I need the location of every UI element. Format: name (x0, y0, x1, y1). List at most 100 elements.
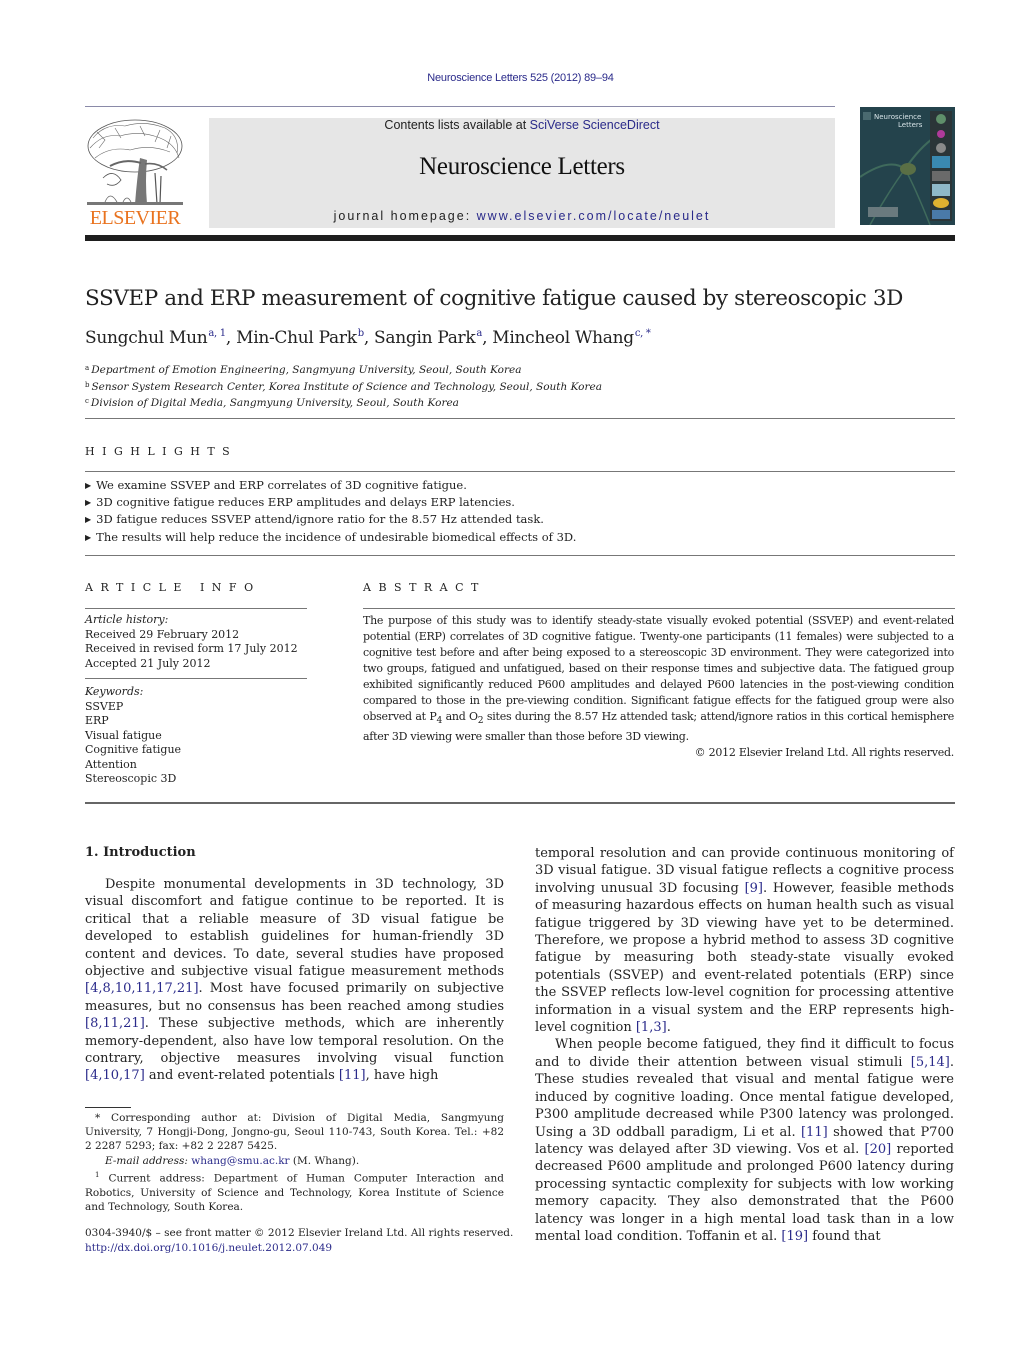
abstract-text: The purpose of this study was to identif… (363, 614, 954, 723)
citation-link[interactable]: [11] (339, 1068, 366, 1083)
keyword-item: ERP (85, 714, 109, 727)
affiliation-mark: a (85, 364, 90, 372)
citation-link[interactable]: [11] (801, 1125, 828, 1140)
footnote-current-address: 1 Current address: Department of Human C… (85, 1168, 504, 1214)
body-text: Despite monumental developments in 3D te… (85, 877, 504, 980)
copyright-block: 0304-3940/$ – see front matter © 2012 El… (85, 1226, 513, 1256)
section-rule (85, 418, 955, 419)
article-title: SSVEP and ERP measurement of cognitive f… (85, 286, 903, 311)
keyword-item: Stereoscopic 3D (85, 772, 177, 785)
abstract-text: and O (442, 710, 478, 723)
body-column-right: temporal resolution and can provide cont… (535, 845, 954, 1245)
citation-link[interactable]: [8,11,21] (85, 1016, 145, 1031)
cover-title-2: Letters (898, 121, 923, 129)
author-name[interactable]: Sungchul Mun (85, 328, 208, 348)
author-affil-mark[interactable]: a, 1 (208, 328, 226, 339)
footnote-corresponding: * Corresponding author at: Division of D… (85, 1112, 504, 1153)
affiliations: a Department of Emotion Engineering, Sang… (85, 361, 602, 411)
citation-link[interactable]: [4,8,10,11,17,21] (85, 981, 199, 996)
body-text: When people become fatigued, they find i… (535, 1037, 954, 1070)
affiliation-mark: b (85, 380, 90, 389)
author-list: Sungchul Muna, 1, Min-Chul Parkb, Sangin… (85, 328, 651, 348)
abstract-rule (363, 608, 955, 609)
header-rule (85, 106, 835, 107)
citation-link[interactable]: [4,10,17] (85, 1068, 145, 1083)
email-link[interactable]: whang@smu.ac.kr (191, 1155, 289, 1167)
citation-link[interactable]: [19] (781, 1229, 808, 1244)
article-info: Article history: Received 29 February 20… (85, 613, 307, 787)
email-label: E-mail address: (105, 1154, 192, 1167)
affiliation-item: c Division of Digital Media, Sangmyung Un… (85, 394, 602, 411)
sciencedirect-link[interactable]: SciVerse ScienceDirect (530, 118, 660, 132)
current-address-text: Current address: Department of Human Com… (85, 1172, 504, 1213)
section-rule (85, 555, 955, 556)
body-text: . However, feasible methods of measuring… (535, 880, 954, 1036)
elsevier-logo[interactable]: ELSEVIER (85, 118, 185, 230)
elsevier-wordmark: ELSEVIER (89, 207, 181, 229)
keyword-item: Visual fatigue (85, 728, 162, 742)
cover-title-1: Neuroscience (874, 113, 921, 121)
body-paragraph: Despite monumental developments in 3D te… (85, 876, 504, 1085)
citation-link[interactable]: [5,14] (911, 1055, 950, 1070)
keyword-item: SSVEP (85, 699, 124, 713)
keywords-rule (85, 671, 307, 679)
author-separator: , (482, 328, 493, 348)
body-text: , have high (365, 1068, 439, 1084)
body-text: . (666, 1020, 671, 1036)
history-item: Accepted 21 July 2012 (85, 656, 211, 670)
homepage-link[interactable]: www.elsevier.com/locate/neulet (477, 209, 711, 223)
affiliation-mark: c (85, 397, 89, 405)
issn-line: 0304-3940/$ – see front matter © 2012 El… (85, 1227, 514, 1239)
history-item: Received in revised form 17 July 2012 (85, 642, 298, 655)
body-paragraph: temporal resolution and can provide cont… (535, 845, 954, 1036)
citation-link[interactable]: [20] (865, 1142, 892, 1157)
cover-art-icon: Neuroscience Letters (860, 107, 955, 225)
section-rule (85, 802, 955, 804)
contents-line: Contents lists available at SciVerse Sci… (209, 118, 835, 132)
author-name[interactable]: Sangin Park (374, 328, 476, 348)
author-name[interactable]: Min-Chul Park (236, 328, 357, 348)
highlight-item: 3D fatigue reduces SSVEP attend/ignore r… (85, 511, 576, 528)
keywords-label: Keywords: (85, 685, 144, 698)
affiliation-text: Sensor System Research Center, Korea Ins… (91, 380, 602, 393)
highlight-item: We examine SSVEP and ERP correlates of 3… (85, 477, 576, 494)
keyword-item: Cognitive fatigue (85, 743, 182, 756)
email-suffix: (M. Whang). (289, 1154, 360, 1167)
highlights-list: We examine SSVEP and ERP correlates of 3… (85, 477, 576, 546)
body-text: reported decreased P600 amplitude and pr… (535, 1141, 954, 1244)
author-affil-mark[interactable]: c, * (635, 328, 651, 339)
keyword-item: Attention (85, 757, 137, 771)
tree-icon (85, 118, 185, 210)
article-info-rule (85, 608, 307, 609)
journal-citation[interactable]: Neuroscience Letters 525 (2012) 89–94 (0, 72, 1021, 84)
citation-link[interactable]: [9] (745, 881, 763, 896)
footnote-email: E-mail address: whang@smu.ac.kr (M. Whan… (85, 1154, 504, 1168)
history-label: Article history: (85, 613, 169, 626)
article-info-heading: ARTICLE INFO (85, 581, 261, 594)
author-separator: , (225, 328, 237, 348)
affiliation-text: Division of Digital Media, Sangmyung Uni… (90, 397, 459, 409)
header-thick-rule (85, 235, 955, 241)
abstract-body: The purpose of this study was to identif… (363, 613, 954, 761)
highlights-heading: HIGHLIGHTS (85, 445, 238, 458)
highlights-rule (85, 471, 955, 472)
homepage-line: journal homepage: www.elsevier.com/locat… (209, 209, 835, 223)
citation-link[interactable]: [1,3] (636, 1020, 667, 1035)
footnote-rule (85, 1107, 131, 1108)
abstract-copyright: © 2012 Elsevier Ireland Ltd. All rights … (694, 746, 955, 760)
abstract-paragraph: The purpose of this study was to identif… (363, 613, 954, 745)
history-item: Received 29 February 2012 (85, 627, 240, 641)
author-separator: , (363, 328, 375, 348)
body-text: . These subjective methods, which are in… (85, 1016, 504, 1067)
footnotes: * Corresponding author at: Division of D… (85, 1111, 504, 1214)
highlight-item: 3D cognitive fatigue reduces ERP amplitu… (85, 494, 576, 511)
journal-title: Neuroscience Letters (419, 153, 625, 180)
abstract-heading: ABSTRACT (363, 581, 486, 594)
doi-link[interactable]: http://dx.doi.org/10.1016/j.neulet.2012.… (85, 1241, 513, 1256)
journal-header-box: Contents lists available at SciVerse Sci… (209, 118, 835, 228)
journal-cover-image[interactable]: Neuroscience Letters (860, 107, 955, 225)
body-text: and event-related potentials (144, 1068, 339, 1084)
author-name[interactable]: Mincheol Whang (492, 328, 634, 348)
affiliation-item: a Department of Emotion Engineering, Sang… (85, 361, 602, 378)
body-column-left: Despite monumental developments in 3D te… (85, 876, 504, 1085)
